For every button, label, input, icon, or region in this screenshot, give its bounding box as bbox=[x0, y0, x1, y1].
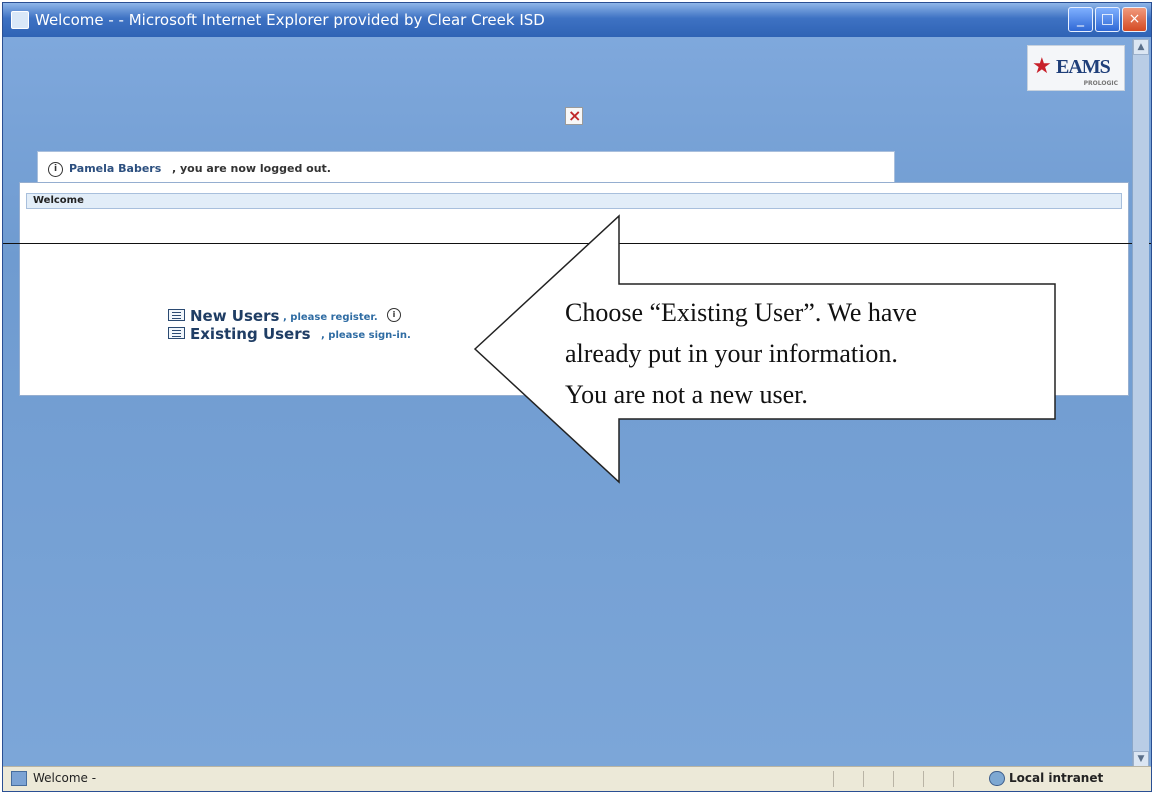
status-divider bbox=[863, 771, 864, 787]
page-content: ★ EAMS PROLOGIC i Pamela Babers , you ar… bbox=[3, 37, 1151, 770]
callout-line-3: You are not a new user. bbox=[565, 380, 808, 409]
logout-message: , you are now logged out. bbox=[172, 162, 331, 175]
callout-line-1: Choose “Existing User”. We have bbox=[565, 298, 917, 327]
window-title: Welcome - - Microsoft Internet Explorer … bbox=[35, 11, 545, 29]
security-zone: Local intranet bbox=[1009, 771, 1104, 785]
globe-icon bbox=[989, 771, 1005, 786]
status-divider bbox=[833, 771, 834, 787]
info-icon: i bbox=[48, 162, 63, 177]
close-button[interactable]: × bbox=[1122, 7, 1147, 32]
list-icon bbox=[168, 327, 185, 339]
panel-header: Welcome bbox=[26, 193, 1122, 209]
vertical-scrollbar[interactable]: ▲ ▼ bbox=[1132, 39, 1149, 767]
close-icon: × bbox=[1128, 11, 1141, 27]
existing-users-label[interactable]: Existing Users bbox=[190, 325, 311, 343]
logo-subtext: PROLOGIC bbox=[1083, 80, 1118, 87]
maximize-button[interactable]: □ bbox=[1095, 7, 1120, 32]
status-text: Welcome - bbox=[33, 771, 97, 785]
minimize-icon: _ bbox=[1077, 11, 1084, 27]
broken-image-icon bbox=[565, 106, 583, 125]
callout-text: Choose “Existing User”. We have already … bbox=[565, 292, 1035, 415]
callout-line-2: already put in your information. bbox=[565, 339, 898, 368]
teams-logo: ★ EAMS PROLOGIC bbox=[1027, 45, 1125, 91]
window-controls: _ □ × bbox=[1068, 7, 1147, 32]
texas-star-icon: ★ bbox=[1032, 54, 1052, 79]
status-divider bbox=[893, 771, 894, 787]
info-icon[interactable]: i bbox=[387, 308, 401, 322]
new-users-label[interactable]: New Users bbox=[190, 307, 279, 325]
status-divider bbox=[953, 771, 954, 787]
status-bar: Welcome - Local intranet bbox=[3, 766, 1151, 791]
title-bar: Welcome - - Microsoft Internet Explorer … bbox=[3, 3, 1151, 37]
new-users-suffix[interactable]: , please register. bbox=[283, 312, 378, 323]
list-icon bbox=[168, 309, 185, 321]
logout-notice: i Pamela Babers , you are now logged out… bbox=[37, 151, 895, 185]
scroll-down-icon[interactable]: ▼ bbox=[1133, 751, 1149, 767]
ie-icon bbox=[11, 11, 29, 29]
minimize-button[interactable]: _ bbox=[1068, 7, 1093, 32]
existing-users-suffix[interactable]: , please sign-in. bbox=[321, 330, 411, 341]
user-name: Pamela Babers bbox=[69, 162, 162, 175]
scroll-up-icon[interactable]: ▲ bbox=[1133, 39, 1149, 55]
maximize-icon: □ bbox=[1100, 11, 1115, 27]
status-divider bbox=[923, 771, 924, 787]
page-icon bbox=[11, 771, 27, 786]
logo-text: EAMS bbox=[1056, 56, 1111, 78]
browser-window: Welcome - - Microsoft Internet Explorer … bbox=[2, 2, 1152, 792]
